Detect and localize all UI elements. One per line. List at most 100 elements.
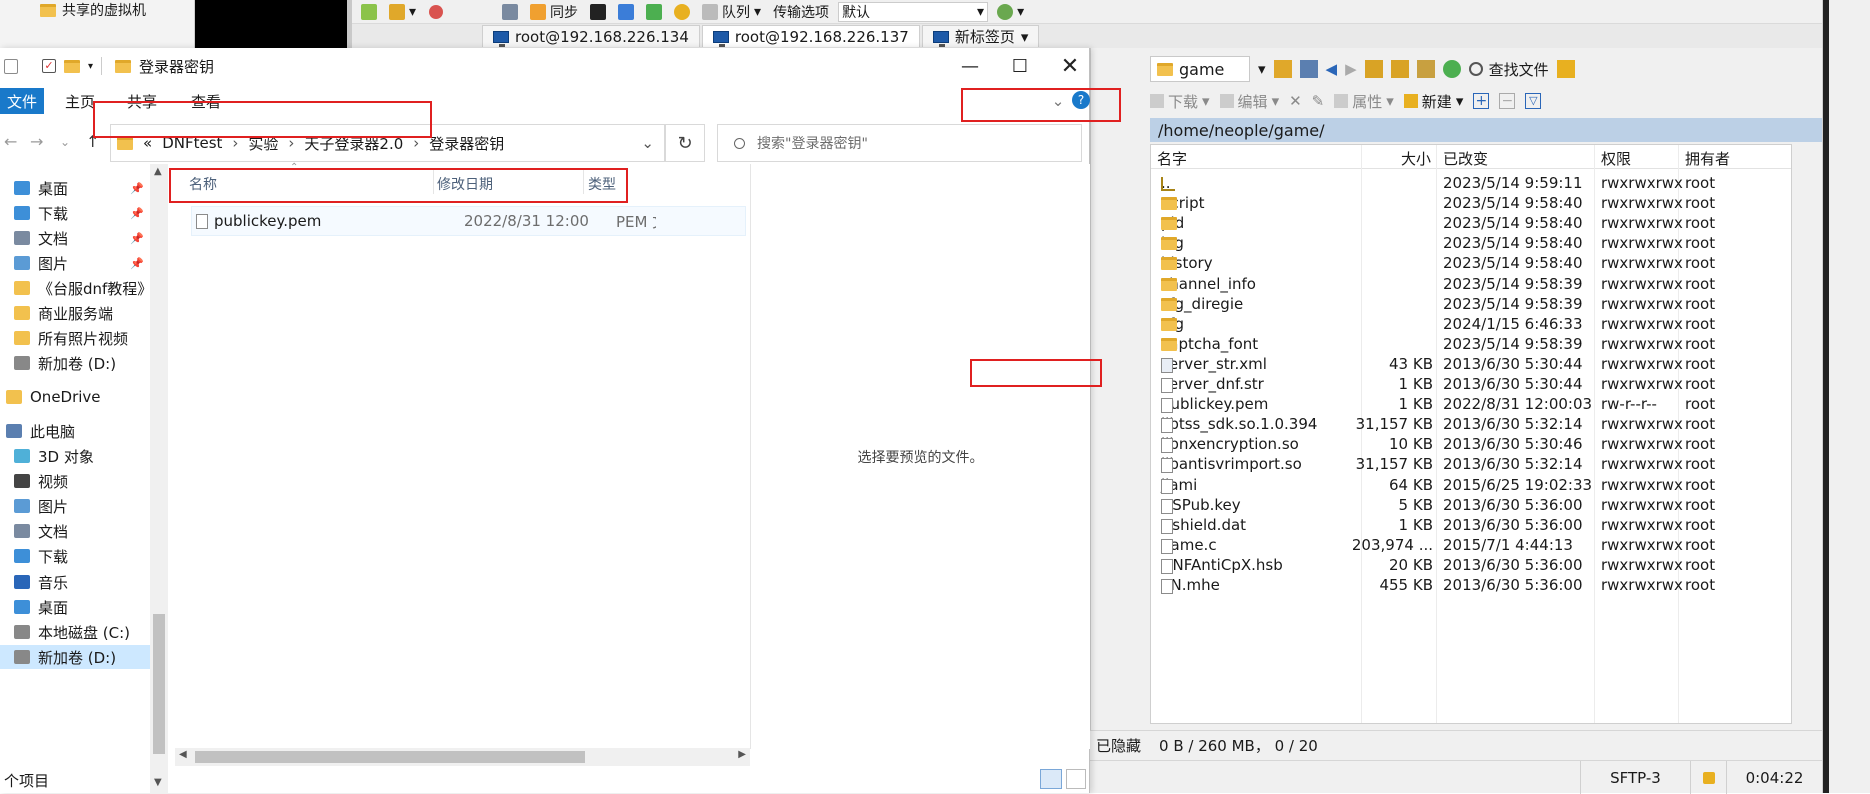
tab-session-137[interactable]: root@192.168.226.137 [701,25,920,47]
help-icon[interactable]: ? [1072,91,1090,109]
remote-list-scrollbar[interactable] [1792,144,1822,724]
lock-cell[interactable] [1690,761,1726,794]
remote-file-list[interactable]: 名字 大小 已改变 权限 拥有者 .. 2023/5/14 9:59:11 rwxr… [1150,144,1792,724]
tab-view[interactable]: 查看 [186,88,226,114]
select-all-icon[interactable]: + [1473,93,1490,109]
remote-path-bar[interactable]: /home/neople/game/ [1150,118,1822,142]
sidebar-item[interactable]: 商业服务端 [0,301,150,325]
queue-button[interactable]: 队列 ▾ [699,2,764,22]
open-directory-icon[interactable] [1273,60,1292,78]
preferences-button[interactable] [671,2,693,22]
column-name[interactable]: 名字 [1157,148,1187,169]
address-dropdown-icon[interactable]: ⌄ [641,134,654,152]
refresh-button[interactable]: ↻ [665,124,705,162]
tree-icon[interactable] [1556,60,1575,78]
sidebar-item[interactable]: 新加卷 (D:) [0,351,150,375]
forward-icon[interactable]: → [30,132,43,151]
tab-file[interactable]: 文件 [0,88,44,114]
sidebar-item[interactable]: 文档 [0,519,150,543]
sidebar-item[interactable]: 文档 📌 [0,226,150,250]
column-rights[interactable]: 权限 [1601,148,1631,169]
tab-new[interactable]: 新标签页 ▾ [921,25,1040,47]
new-session-button[interactable] [358,2,380,22]
delete-icon[interactable]: ✕ [1289,92,1302,110]
column-type[interactable]: 类型 [588,174,616,194]
transfer-settings-button[interactable]: ▾ [994,2,1027,22]
sidebar-item[interactable]: 新加卷 (D:) [0,645,150,669]
filter-icon[interactable] [1299,60,1318,78]
breadcrumb-segment[interactable]: 登录器密钥 [429,133,504,154]
shared-vm-label[interactable]: 共享的虚拟机 [62,0,146,20]
breadcrumb-separator-icon[interactable]: › [288,134,294,152]
hidden-files-label[interactable]: 已隐藏 [1096,735,1141,756]
back-icon[interactable]: ← [4,132,17,151]
forward-icon[interactable]: ▶ [1345,60,1357,78]
sync-button[interactable]: 同步 [527,2,581,22]
breadcrumb-separator-icon[interactable]: › [232,134,238,152]
sidebar-item[interactable]: 图片 [0,494,150,518]
large-icons-view-icon[interactable] [1066,769,1086,789]
filter-select-icon[interactable]: ▽ [1525,93,1542,109]
disconnect-button[interactable] [425,2,447,22]
transfer-settings-select[interactable]: 默认 ▾ [838,1,989,22]
edit-button[interactable]: 编辑 ▾ [1219,91,1279,112]
chevron-down-icon[interactable]: ▾ [1258,60,1266,78]
pin-icon[interactable]: 📌 [130,257,144,270]
rename-icon[interactable]: ✎ [1312,92,1325,110]
sidebar-item[interactable]: 此电脑 [0,419,150,443]
sidebar-item[interactable]: 3D 对象 [0,444,150,468]
quick-access-dropdown[interactable]: ▾ [88,61,93,72]
file-list-hscrollbar[interactable]: ◀ ▶ [175,748,750,766]
breadcrumb-segment[interactable]: 实验 [248,133,278,154]
details-view-icon[interactable] [1040,769,1062,789]
deselect-icon[interactable]: − [1499,93,1516,109]
parent-directory-icon[interactable] [1364,60,1383,78]
folder-icon[interactable] [64,59,80,73]
sidebar-item[interactable]: 桌面 [0,595,150,619]
column-name[interactable]: 名称 [189,174,217,194]
properties-button[interactable]: 属性 ▾ [1334,91,1394,112]
close-button[interactable]: ✕ [1045,48,1095,84]
minimize-button[interactable]: — [945,48,995,84]
sidebar-item[interactable]: 下载 [0,544,150,568]
breadcrumb-segment[interactable]: DNFtest [162,134,222,152]
breadcrumb-overflow[interactable]: « [143,134,152,152]
column-changed[interactable]: 已改变 [1443,148,1488,169]
putty-button[interactable] [615,2,637,22]
column-modified[interactable]: 修改日期 [437,174,493,194]
sidebar-item[interactable]: 《台服dnf教程》 [0,276,152,300]
pin-icon[interactable]: 📌 [130,182,144,195]
sidebar-item[interactable]: 音乐 [0,570,150,594]
remote-file-row[interactable]: 3N.mhe 455 KB 2013/6/30 5:36:00 rwxrwxrwx ro… [1151,573,1791,597]
navigation-pane-scrollbar[interactable]: ▲ ▼ [150,164,168,793]
back-icon[interactable]: ◀ [1326,60,1338,78]
address-bar[interactable]: « DNFtest › 实验 › 天子登录器2.0 › 登录器密钥 ⌄ [110,124,665,162]
column-owner[interactable]: 拥有者 [1685,148,1730,169]
sidebar-item[interactable]: 视频 [0,469,150,493]
sidebar-item[interactable]: 本地磁盘 (C:) [0,620,150,644]
find-files-button[interactable]: 查找文件 [1468,59,1549,80]
tab-share[interactable]: 共享 [122,88,162,114]
compare-button[interactable] [499,2,521,22]
sidebar-item[interactable]: 所有照片视频 [0,326,150,350]
sidebar-item[interactable]: 桌面 📌 [0,176,150,200]
root-directory-icon[interactable] [1390,60,1409,78]
ribbon-expand-icon[interactable]: ⌄ [1048,88,1068,114]
maximize-button[interactable]: ☐ [995,48,1045,84]
remote-directory-select[interactable]: game [1150,56,1250,82]
file-list[interactable]: 名称 ⌃ 修改日期 类型 publickey.pem 2022/8/31 12:… [175,162,750,749]
open-folder-button[interactable]: ▾ [386,2,419,22]
breadcrumb-separator-icon[interactable]: › [413,134,419,152]
new-button[interactable]: 新建 ▾ [1403,91,1463,112]
checkbox-icon[interactable]: ✓ [42,59,56,73]
refresh-icon[interactable] [1442,60,1461,78]
download-button[interactable]: 下载 ▾ [1150,91,1210,112]
sidebar-item[interactable]: 下载 📌 [0,201,150,225]
terminal-button[interactable] [587,2,609,22]
tab-home[interactable]: 主页 [60,88,100,114]
search-box[interactable]: 搜索"登录器密钥" [717,124,1082,162]
breadcrumb-segment[interactable]: 天子登录器2.0 [304,133,403,154]
file-row[interactable]: publickey.pem 2022/8/31 12:00 PEM 文 [191,206,746,236]
up-icon[interactable]: ↑ [86,132,99,151]
refresh-button[interactable] [643,2,665,22]
